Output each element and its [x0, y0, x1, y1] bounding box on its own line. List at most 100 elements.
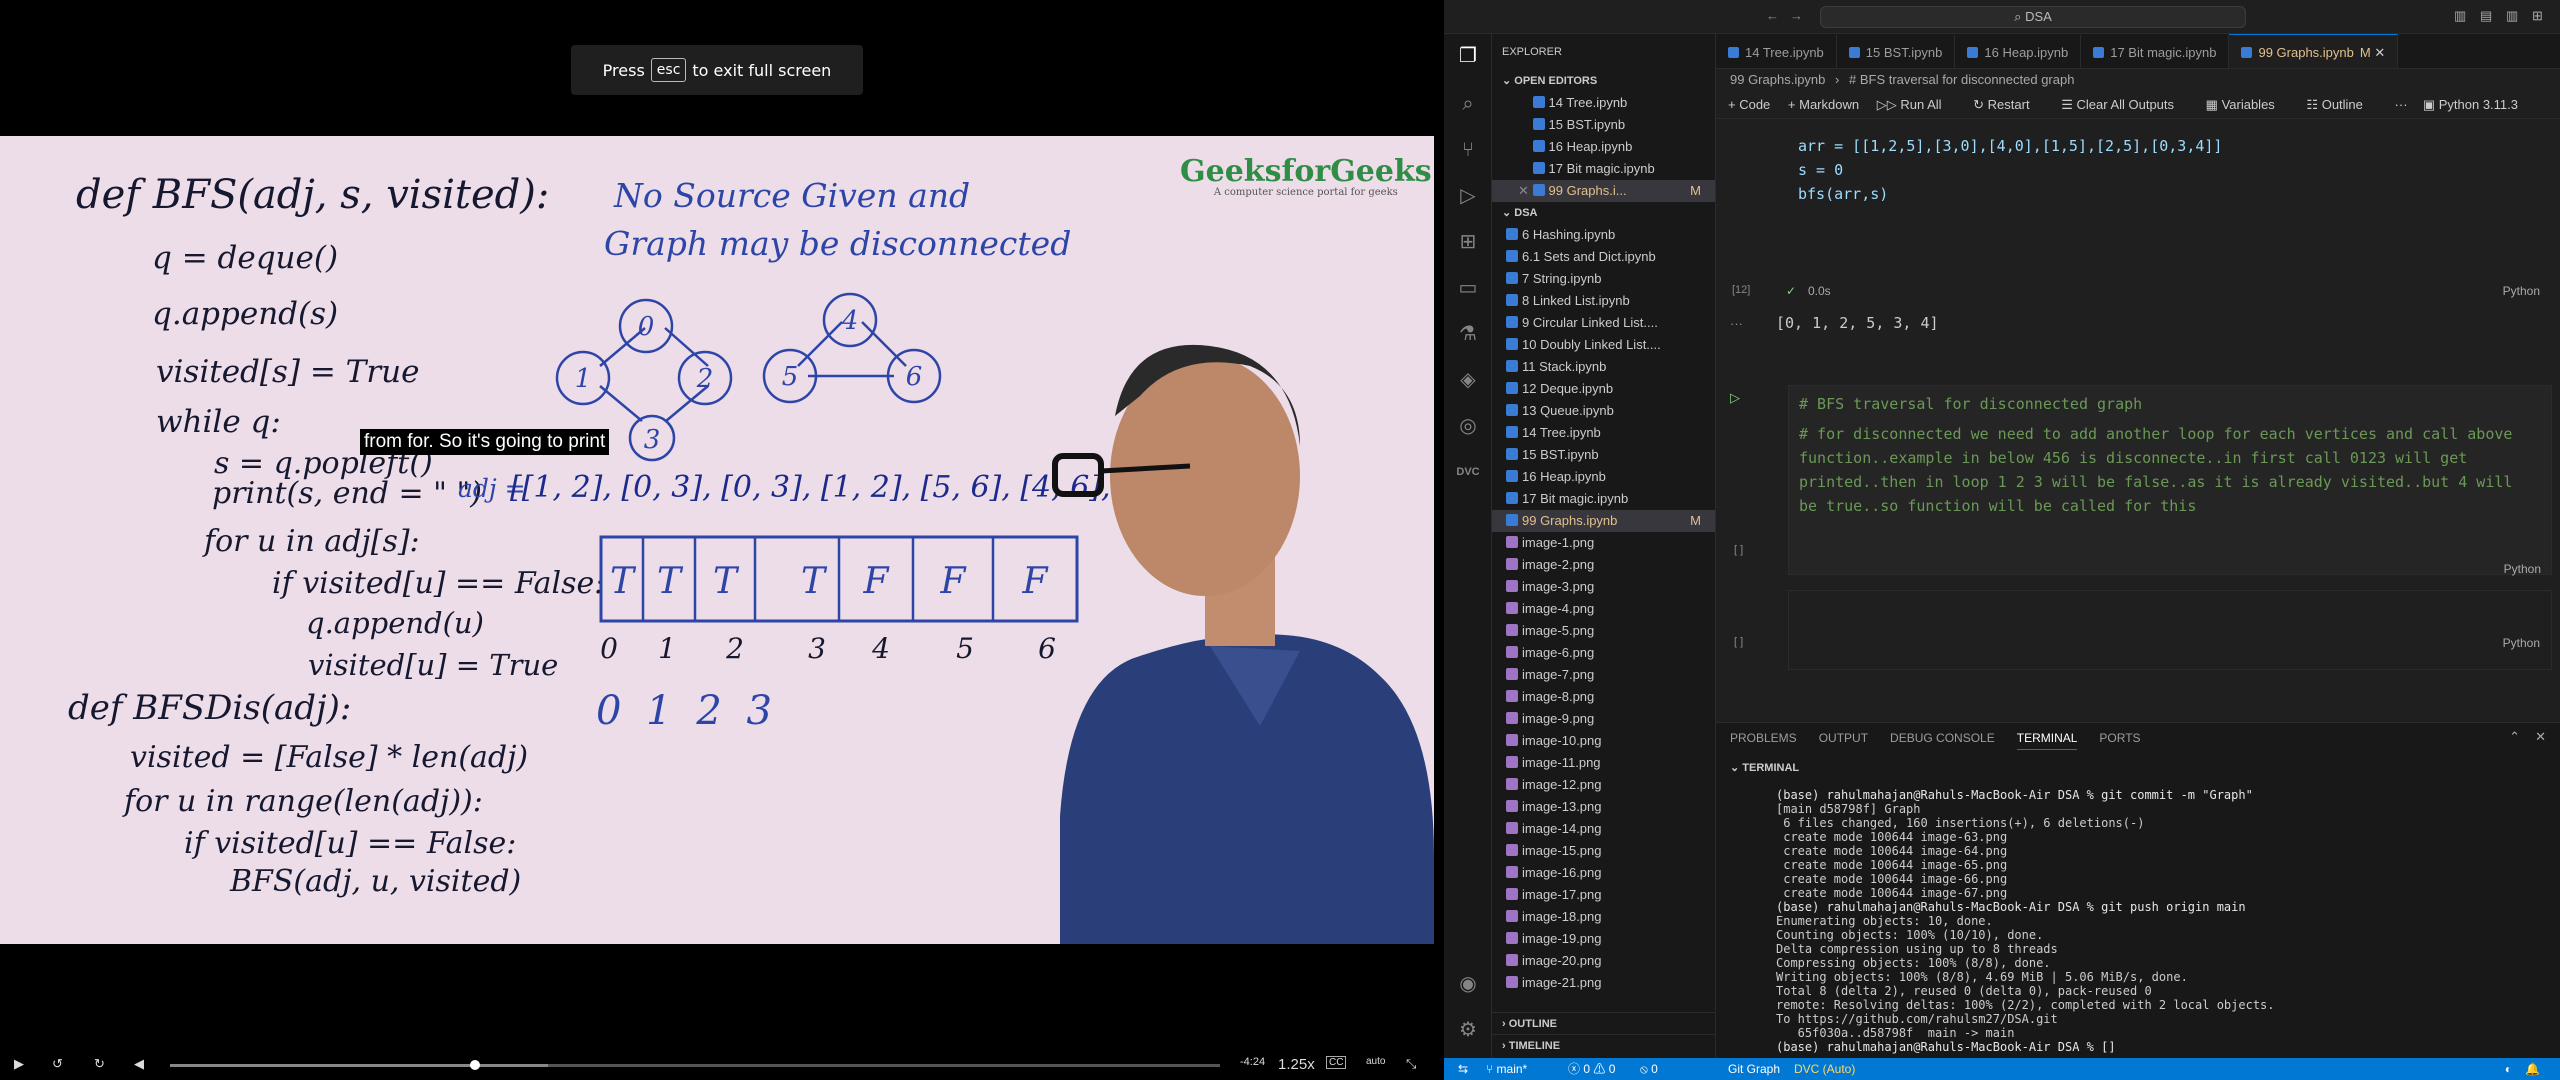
open-editors-header[interactable]: ⌄ OPEN EDITORS — [1492, 70, 1715, 92]
code-cell-12[interactable]: arr = [[1,2,5],[3,0],[4,0],[1,5],[2,5],[… — [1798, 134, 2222, 206]
file-item[interactable]: image-8.png — [1492, 686, 1715, 708]
restart-button[interactable]: ↻ Restart — [1973, 97, 2043, 112]
dvc-status[interactable]: DVC (Auto) — [1794, 1058, 1855, 1080]
remote-icon[interactable]: ⇆ — [1458, 1058, 1468, 1080]
jupyter-icon[interactable]: ◎ — [1456, 414, 1480, 438]
open-editor-item[interactable]: ✕ 16 Heap.ipynb — [1492, 136, 1715, 158]
captions-button[interactable]: CC — [1326, 1056, 1347, 1069]
quality-button[interactable]: auto — [1366, 1056, 1385, 1067]
run-cell-icon[interactable]: ▷ — [1730, 390, 1740, 406]
seek-handle[interactable] — [469, 1060, 480, 1070]
explorer-icon[interactable]: ❐ — [1456, 44, 1480, 68]
forward-arrow-icon[interactable]: → — [1790, 8, 1803, 23]
empty-cell-language[interactable]: Python — [2503, 636, 2540, 650]
file-item[interactable]: 12 Deque.ipynb — [1492, 378, 1715, 400]
file-item[interactable]: image-14.png — [1492, 818, 1715, 840]
file-item[interactable]: 9 Circular Linked List.... — [1492, 312, 1715, 334]
back-arrow-icon[interactable]: ← — [1766, 8, 1779, 23]
cell-language[interactable]: Python — [2503, 284, 2540, 298]
terminal-output[interactable]: (base) rahulmahajan@Rahuls-MacBook-Air D… — [1776, 788, 2556, 1054]
dsa-folder-header[interactable]: ⌄ DSA — [1492, 202, 1715, 224]
file-item[interactable]: image-16.png — [1492, 862, 1715, 884]
editor-tab[interactable]: 16 Heap.ipynb — [1955, 35, 2082, 68]
toggle-panel-icon[interactable]: ▤ — [2480, 8, 2492, 24]
file-item[interactable]: 6 Hashing.ipynb — [1492, 224, 1715, 246]
video-player[interactable]: Press esc to exit full screen GeeksforGe… — [0, 0, 1444, 1080]
seek-bar[interactable] — [170, 1060, 1220, 1070]
file-item[interactable]: image-17.png — [1492, 884, 1715, 906]
problems-indicator[interactable]: ⓧ 0 ⚠ 0 — [1568, 1058, 1615, 1080]
file-item[interactable]: 99 Graphs.ipynb M — [1492, 510, 1715, 532]
panel-tab-debug-console[interactable]: DEBUG CONSOLE — [1890, 731, 1995, 745]
file-item[interactable]: 11 Stack.ipynb — [1492, 356, 1715, 378]
toggle-secondary-icon[interactable]: ▥ — [2506, 8, 2518, 24]
file-item[interactable]: 15 BST.ipynb — [1492, 444, 1715, 466]
account-icon[interactable]: ◉ — [1456, 972, 1480, 996]
file-item[interactable]: image-2.png — [1492, 554, 1715, 576]
editor-tab[interactable]: 15 BST.ipynb — [1837, 35, 1956, 68]
run-all-button[interactable]: ▷▷ Run All — [1877, 97, 1956, 112]
file-item[interactable]: 13 Queue.ipynb — [1492, 400, 1715, 422]
panel-tab-ports[interactable]: PORTS — [2099, 731, 2140, 745]
file-item[interactable]: image-18.png — [1492, 906, 1715, 928]
file-item[interactable]: 8 Linked List.ipynb — [1492, 290, 1715, 312]
file-item[interactable]: image-19.png — [1492, 928, 1715, 950]
playback-speed[interactable]: 1.25x — [1278, 1056, 1315, 1073]
more-actions-icon[interactable]: ··· — [2395, 97, 2408, 112]
variables-button[interactable]: ▦ Variables — [2206, 97, 2289, 112]
empty-code-cell[interactable] — [1788, 590, 2552, 670]
file-item[interactable]: image-11.png — [1492, 752, 1715, 774]
bell-icon[interactable]: 🔔 — [2525, 1058, 2540, 1080]
breadcrumb-file[interactable]: 99 Graphs.ipynb — [1730, 72, 1825, 87]
file-item[interactable]: 14 Tree.ipynb — [1492, 422, 1715, 444]
file-item[interactable]: image-10.png — [1492, 730, 1715, 752]
git-graph-button[interactable]: Git Graph — [1728, 1058, 1780, 1080]
open-editor-item[interactable]: ✕ 14 Tree.ipynb — [1492, 92, 1715, 114]
file-item[interactable]: 10 Doubly Linked List.... — [1492, 334, 1715, 356]
layout-icon[interactable]: ⊞ — [2532, 8, 2543, 24]
file-item[interactable]: image-9.png — [1492, 708, 1715, 730]
dvc-icon[interactable]: DVC — [1456, 460, 1480, 484]
exit-fullscreen-icon[interactable]: ⤡ — [1406, 1056, 1416, 1072]
file-item[interactable]: 16 Heap.ipynb — [1492, 466, 1715, 488]
outline-button[interactable]: ☷ Outline — [2306, 97, 2376, 112]
file-item[interactable]: image-6.png — [1492, 642, 1715, 664]
command-center-search[interactable]: ⌕ DSA — [1820, 6, 2246, 28]
close-icon[interactable]: ✕ — [1518, 183, 1533, 198]
forward-icon[interactable]: ↻ — [94, 1056, 105, 1072]
open-editor-item[interactable]: ✕ 99 Graphs.i... M — [1492, 180, 1715, 202]
editor-tab[interactable]: 99 Graphs.ipynb M ✕ — [2229, 34, 2399, 68]
file-item[interactable]: image-5.png — [1492, 620, 1715, 642]
panel-tab-output[interactable]: OUTPUT — [1819, 731, 1868, 745]
outline-section[interactable]: › OUTLINE — [1492, 1012, 1715, 1034]
file-item[interactable]: image-21.png — [1492, 972, 1715, 994]
editor-tab[interactable]: 14 Tree.ipynb — [1716, 35, 1837, 68]
file-item[interactable]: image-4.png — [1492, 598, 1715, 620]
panel-tab-terminal[interactable]: TERMINAL — [2016, 731, 2078, 750]
open-editor-item[interactable]: ✕ 15 BST.ipynb — [1492, 114, 1715, 136]
settings-gear-icon[interactable]: ⚙ — [1456, 1018, 1480, 1042]
open-editor-item[interactable]: ✕ 17 Bit magic.ipynb — [1492, 158, 1715, 180]
file-item[interactable]: image-1.png — [1492, 532, 1715, 554]
branch-indicator[interactable]: ⑂ main* — [1486, 1058, 1527, 1080]
file-item[interactable]: image-15.png — [1492, 840, 1715, 862]
panel-tab-problems[interactable]: PROBLEMS — [1730, 731, 1797, 745]
volume-icon[interactable]: ◀ — [134, 1056, 144, 1072]
extensions-icon[interactable]: ⊞ — [1456, 230, 1480, 254]
file-item[interactable]: image-20.png — [1492, 950, 1715, 972]
add-markdown-button[interactable]: + Markdown — [1788, 97, 1859, 112]
maximize-panel-icon[interactable]: ⌃ — [2509, 729, 2520, 745]
file-item[interactable]: image-13.png — [1492, 796, 1715, 818]
docker-icon[interactable]: ◈ — [1456, 368, 1480, 392]
file-item[interactable]: image-3.png — [1492, 576, 1715, 598]
source-control-icon[interactable]: ⑂ — [1456, 138, 1480, 162]
file-item[interactable]: 6.1 Sets and Dict.ipynb — [1492, 246, 1715, 268]
file-item[interactable]: 17 Bit magic.ipynb — [1492, 488, 1715, 510]
editor-tab[interactable]: 17 Bit magic.ipynb — [2081, 35, 2230, 68]
notifications-icon[interactable]: ◐ — [2505, 1058, 2512, 1080]
md-cell-language[interactable]: Python — [2504, 562, 2541, 576]
kernel-picker[interactable]: ▣ Python 3.11.3 — [2423, 91, 2532, 119]
rewind-icon[interactable]: ↺ — [52, 1056, 63, 1072]
toggle-sidebar-icon[interactable]: ▥ — [2454, 8, 2466, 24]
testing-icon[interactable]: ⚗ — [1456, 322, 1480, 346]
